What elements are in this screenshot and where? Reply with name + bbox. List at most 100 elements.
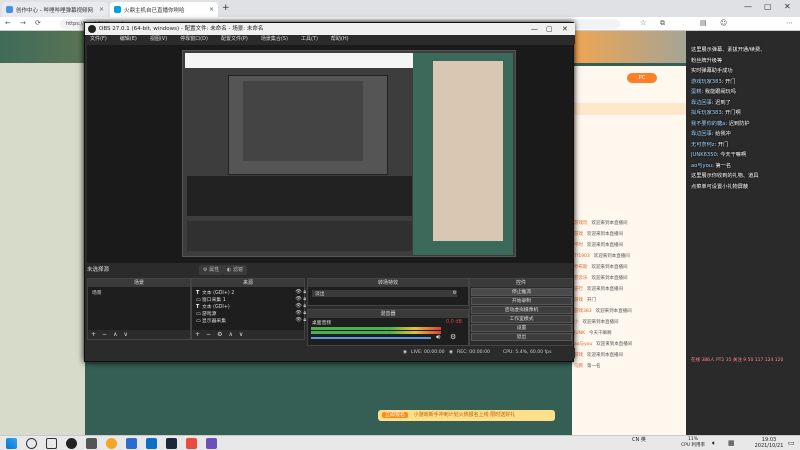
collections-icon[interactable]: ▤ (700, 19, 707, 27)
obs-menu-item[interactable]: 帮助(H) (331, 36, 349, 42)
source-item[interactable]: ▭游戏源 👁︎ 🔒︎ (196, 310, 306, 317)
task-view-icon[interactable] (46, 438, 57, 449)
app-icon[interactable] (86, 438, 97, 449)
chat-app-icon[interactable] (206, 438, 217, 449)
obs-menu-item[interactable]: 停靠窗口(D) (180, 36, 208, 42)
sources-dock: 来源 T 文本 (GDI+) 2 👁︎ 🔒︎ ▭窗口采集 1 👁︎ 🔒︎ T 文本 (GDI… (191, 278, 306, 340)
maximize-window-button[interactable]: ▢ (764, 2, 772, 11)
refresh-icon[interactable]: ⟳ (35, 19, 41, 27)
remove-scene-button[interactable]: − (102, 331, 107, 338)
page-chat-name[interactable]: 游戏383 (574, 309, 592, 314)
close-window-button[interactable]: ✕ (784, 2, 791, 11)
obs-maximize-button[interactable]: ▢ (546, 23, 553, 35)
source-item[interactable]: T 文本 (GDI+) 👁︎ 🔒︎ (196, 303, 306, 310)
page-chat-name[interactable]: Tf1903 (574, 254, 590, 259)
page-chat-line: 游戏 欢迎来到本直播间 (574, 352, 686, 361)
obs-menu-item[interactable]: 编辑(E) (120, 36, 137, 42)
visibility-lock-icon[interactable]: 👁︎ 🔒︎ (295, 303, 306, 309)
page-chat-name[interactable]: 游戏玩 (574, 221, 588, 226)
control-button[interactable]: 退出 (471, 333, 572, 341)
start-windows-icon[interactable] (6, 438, 17, 449)
source-item[interactable]: ▭显示器采集 👁︎ 🔒︎ (196, 317, 306, 324)
page-chat-name[interactable]: 逆行 (574, 287, 583, 292)
chat-username: 拟斥玩家383 (691, 110, 722, 116)
move-down-icon[interactable]: ∨ (239, 331, 243, 338)
browser-tab-1[interactable]: 创作中心 - 哔哩哔哩弹幕视频网 × (2, 2, 108, 17)
visibility-lock-icon[interactable]: 👁︎ 🔒︎ (295, 317, 306, 323)
obs-menu-item[interactable]: 场景集合(S) (261, 36, 288, 42)
page-chat-name[interactable]: 乌鸦 (574, 364, 583, 369)
control-button[interactable]: 设置 (471, 324, 572, 332)
move-down-icon[interactable]: ∨ (123, 331, 127, 338)
obs-menu-item[interactable]: 文件(F) (90, 36, 107, 42)
menu-icon[interactable]: ⋯ (786, 19, 793, 27)
minimize-window-button[interactable]: — (744, 2, 752, 11)
control-button[interactable]: 启动虚拟摄像机 (471, 306, 572, 314)
close-tab-icon[interactable]: × (209, 6, 214, 13)
star-icon[interactable]: ☆ (640, 19, 646, 27)
scene-item[interactable]: 场景 (92, 289, 202, 296)
visibility-lock-icon[interactable]: 👁︎ 🔒︎ (295, 296, 306, 302)
extensions-icon[interactable]: ⧉ (660, 19, 665, 28)
add-scene-button[interactable]: + (91, 331, 96, 338)
volume-slider[interactable] (311, 337, 431, 339)
obs-close-button[interactable]: ✕ (562, 23, 568, 35)
page-chat-text: 开门 (587, 298, 596, 303)
source-item[interactable]: ▭窗口采集 1 👁︎ 🔒︎ (196, 296, 306, 303)
obs-menu-item[interactable]: 配置文件(P) (221, 36, 248, 42)
page-chat-line: 乔布斯 欢迎来到本直播间 (574, 264, 686, 273)
control-button[interactable]: 工作室模式 (471, 315, 572, 323)
control-button[interactable]: 停止推流 (471, 288, 572, 296)
pc-button[interactable]: PC (627, 73, 657, 83)
forward-icon[interactable]: → (20, 19, 26, 27)
obs-taskbar-icon[interactable] (66, 438, 77, 449)
back-icon[interactable]: ← (5, 19, 11, 27)
move-up-icon[interactable]: ∧ (113, 331, 117, 338)
filters-tab[interactable]: ◐ 滤镜 (223, 265, 247, 275)
speaker-icon[interactable]: 🔊︎ (436, 333, 440, 342)
new-tab-button[interactable]: + (222, 3, 230, 13)
obs-minimize-button[interactable]: — (531, 23, 538, 35)
page-chat-name[interactable]: 游戏 (574, 232, 583, 237)
page-chat-name[interactable]: ao与you (574, 342, 592, 347)
input-method-indicator[interactable]: CN 英 (632, 437, 646, 443)
obs-menu-item[interactable]: 视图(V) (150, 36, 167, 42)
promo-banner[interactable]: 立即报名 小游戏新手冲刺计划火热报名上线 限时送好礼 (378, 410, 555, 421)
media-icon[interactable] (186, 438, 197, 449)
page-chat-name[interactable]: 苍云乐 (574, 276, 588, 281)
profile-icon[interactable]: ☺ (720, 19, 727, 27)
chat-text: 今天干嘛啊 (720, 152, 747, 158)
add-source-button[interactable]: + (195, 331, 200, 338)
edge-icon[interactable] (146, 438, 157, 449)
steam-icon[interactable] (166, 438, 177, 449)
browser-icon[interactable] (106, 438, 117, 449)
page-chat-name[interactable]: 游戏 (574, 298, 583, 303)
source-settings-icon[interactable]: ⚙ (217, 331, 222, 338)
visibility-lock-icon[interactable]: 👁︎ 🔒︎ (295, 310, 306, 316)
page-chat-name[interactable]: 乔布斯 (574, 265, 588, 270)
transition-settings-icon[interactable]: ⚙ (453, 290, 457, 296)
close-tab-icon[interactable]: × (99, 6, 104, 13)
network-icon[interactable]: ▦ (728, 439, 735, 447)
mail-icon[interactable] (126, 438, 137, 449)
obs-menu-item[interactable]: 工具(T) (301, 36, 318, 42)
page-chat-name[interactable]: JUNK (574, 331, 585, 336)
control-button[interactable]: 开始录制 (471, 297, 572, 305)
transition-select[interactable]: 淡出 ⚙ (312, 290, 457, 297)
source-item[interactable]: T 文本 (GDI+) 2 👁︎ 🔒︎ (196, 289, 306, 296)
visibility-lock-icon[interactable]: 👁︎ 🔒︎ (295, 289, 306, 295)
remove-source-button[interactable]: − (206, 331, 211, 338)
search-icon[interactable] (26, 438, 37, 449)
move-up-icon[interactable]: ∧ (228, 331, 232, 338)
properties-tab[interactable]: ⚙ 属性 (199, 265, 224, 275)
obs-preview[interactable] (87, 45, 573, 263)
notification-icon[interactable]: ▭ (788, 439, 795, 447)
speaker-tray-icon[interactable]: 🔈︎ (712, 439, 716, 448)
browser-tab-2[interactable]: 火鼎主机自已直播你咧哈 × (110, 2, 218, 17)
page-chat-name[interactable]: 小 (574, 320, 579, 325)
page-chat-name[interactable]: 平时 (574, 243, 583, 248)
mixer-settings-icon[interactable]: ⚙ (450, 333, 456, 341)
page-chat-name[interactable]: 游戏 (574, 353, 583, 358)
system-clock[interactable]: 19:03 2021/10/21 (752, 437, 786, 449)
obs-logo-icon (88, 25, 96, 33)
